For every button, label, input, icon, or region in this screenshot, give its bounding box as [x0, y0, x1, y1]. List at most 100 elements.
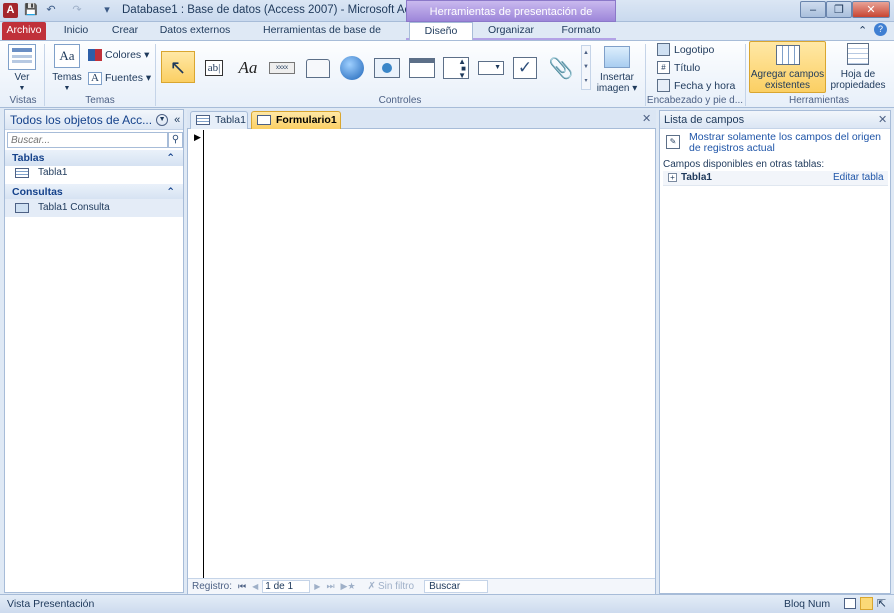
edit-table-link[interactable]: Editar tabla [833, 172, 884, 183]
combo-box-icon[interactable]: ▼ [476, 53, 506, 83]
help-icon[interactable]: ? [874, 23, 887, 36]
current-record-arrow-icon: ▶ [194, 132, 201, 142]
table-icon [15, 168, 29, 178]
redo-icon[interactable]: ↷ [70, 3, 84, 17]
last-record-icon[interactable]: ⏭ [326, 581, 334, 592]
checkbox-icon[interactable]: ✓ [510, 53, 540, 83]
field-list-table-row[interactable]: + Tabla1 Editar tabla [663, 171, 888, 186]
attachment-icon[interactable]: 📎 [546, 53, 576, 83]
nav-menu-chevron-icon[interactable]: ▼ [156, 113, 169, 126]
add-existing-fields-button[interactable]: Agregar campos existentes [749, 41, 826, 93]
tab-datos-externos[interactable]: Datos externos [156, 22, 234, 40]
no-filter-icon: ✗ [367, 581, 376, 592]
design-view-icon[interactable]: ⇱ [877, 597, 886, 610]
textbox-icon[interactable]: ab| [199, 53, 229, 83]
maximize-button[interactable]: ❐ [826, 1, 852, 18]
tab-formato[interactable]: Formato [556, 22, 606, 40]
doc-tab-tabla1[interactable]: Tabla1 [190, 111, 248, 129]
customize-icon[interactable]: ▾ [100, 3, 114, 17]
field-list-pane: Lista de campos ✕ ✎ Mostrar solamente lo… [659, 110, 891, 594]
status-bar: Vista Presentación Bloq Num ⇱ [0, 594, 894, 613]
record-selector[interactable]: ▶ [188, 130, 204, 578]
colors-icon[interactable] [88, 49, 102, 61]
doc-tab-formulario1[interactable]: Formulario1 [251, 111, 341, 129]
tab-organizar[interactable]: Organizar [484, 22, 538, 40]
numlock-indicator: Bloq Num [784, 598, 831, 610]
group-herramientas-label: Herramientas [788, 95, 850, 106]
add-fields-icon [775, 45, 800, 65]
logo-icon [657, 43, 670, 56]
field-list-title: Lista de campos [664, 114, 745, 126]
web-browser-icon[interactable] [372, 53, 402, 83]
record-navigation-bar: Registro: ⏮ ◀ 1 de 1 ▶ ⏭ ▶★ ✗ Sin filtro… [188, 578, 655, 594]
section-collapse-icon[interactable]: ⌃ [166, 184, 175, 200]
fonts-button[interactable]: Fuentes ▾ [105, 72, 151, 84]
form-view-icon[interactable] [844, 598, 856, 609]
close-button[interactable]: ✕ [852, 1, 890, 18]
close-field-list-icon[interactable]: ✕ [878, 113, 887, 126]
colors-button[interactable]: Colores ▾ [105, 49, 149, 61]
group-controles-label: Controles [378, 95, 422, 106]
view-icon[interactable] [8, 44, 36, 70]
nav-item-tabla1-consulta[interactable]: Tabla1 Consulta [5, 199, 183, 217]
title-button[interactable]: # Título [657, 61, 700, 74]
insert-image-icon[interactable] [604, 46, 630, 68]
nav-item-tabla1[interactable]: Tabla1 [5, 164, 183, 182]
button-icon[interactable]: xxxx [267, 53, 297, 83]
filter-button[interactable]: Sin filtro [378, 581, 414, 592]
field-list-table-name: Tabla1 [681, 172, 712, 183]
view-dropdown-icon[interactable]: ▼ [8, 83, 36, 94]
tab-diseno[interactable]: Diseño [409, 22, 473, 41]
collapse-nav-icon[interactable]: « [174, 114, 180, 126]
record-label: Registro: [192, 581, 233, 592]
property-sheet-button[interactable]: Hoja de propiedades [829, 41, 887, 93]
themes-button[interactable]: Temas [50, 72, 84, 83]
logo-button[interactable]: Logotipo [657, 43, 714, 56]
label-icon[interactable]: Aa [233, 53, 263, 83]
tab-herramientas-bd[interactable]: Herramientas de base de datos [248, 22, 396, 53]
first-record-icon[interactable]: ⏮ [238, 581, 246, 592]
insert-image-button[interactable]: Insertar imagen ▾ [594, 72, 640, 94]
next-record-icon[interactable]: ▶ [314, 582, 320, 591]
controls-gallery-scroll[interactable]: ▲ ▼ ▾ [581, 45, 591, 90]
navigation-control-icon[interactable] [407, 53, 437, 83]
record-position-field[interactable]: 1 de 1 [262, 580, 311, 593]
minimize-button[interactable]: – [800, 1, 826, 18]
prev-record-icon[interactable]: ◀ [252, 582, 258, 591]
group-vistas-label: Vistas [9, 95, 37, 106]
nav-section-consultas[interactable]: Consultas ⌃ [5, 184, 183, 200]
view-button[interactable]: Ver [8, 72, 36, 83]
show-only-icon: ✎ [666, 135, 680, 149]
layout-view-icon[interactable] [860, 597, 873, 610]
themes-icon[interactable]: Aa [54, 44, 80, 68]
hyperlink-icon[interactable] [337, 53, 367, 83]
themes-dropdown-icon[interactable]: ▼ [50, 83, 84, 94]
minimize-ribbon-icon[interactable]: ⌃ [858, 24, 867, 37]
available-fields-label: Campos disponibles en otras tablas: [663, 159, 825, 170]
tab-inicio[interactable]: Inicio [58, 22, 94, 40]
fonts-icon[interactable]: A [88, 72, 102, 85]
window-title: Database1 : Base de datos (Access 2007) … [122, 4, 433, 16]
nav-search-input[interactable] [7, 132, 168, 148]
select-pointer-icon[interactable]: ↖ [161, 51, 195, 83]
access-app-icon[interactable]: A [3, 3, 18, 18]
record-search-input[interactable]: Buscar [424, 580, 489, 593]
form-canvas[interactable] [187, 110, 656, 594]
show-only-current-link[interactable]: Mostrar solamente los campos del origen … [689, 132, 885, 154]
tab-archivo[interactable]: Archivo [2, 22, 46, 40]
new-record-icon[interactable]: ▶★ [341, 581, 356, 592]
search-icon[interactable]: ⚲ [168, 132, 183, 148]
nav-pane-header[interactable]: Todos los objetos de Acc... ▼ « [5, 110, 183, 130]
expand-icon[interactable]: + [668, 173, 677, 182]
date-time-button[interactable]: Fecha y hora [657, 79, 735, 92]
context-tools-title: Herramientas de presentación de formular… [406, 0, 616, 40]
option-group-icon[interactable]: ▲ ■ ▼ [441, 53, 471, 83]
close-doc-icon[interactable]: ✕ [642, 112, 651, 125]
save-icon[interactable]: 💾 [24, 3, 38, 17]
tab-control-icon[interactable] [303, 53, 333, 83]
undo-icon[interactable]: ↶ [44, 3, 58, 17]
field-list-header: Lista de campos [660, 111, 890, 129]
tab-crear[interactable]: Crear [107, 22, 143, 40]
title-icon: # [657, 61, 670, 74]
property-sheet-icon [847, 43, 869, 65]
